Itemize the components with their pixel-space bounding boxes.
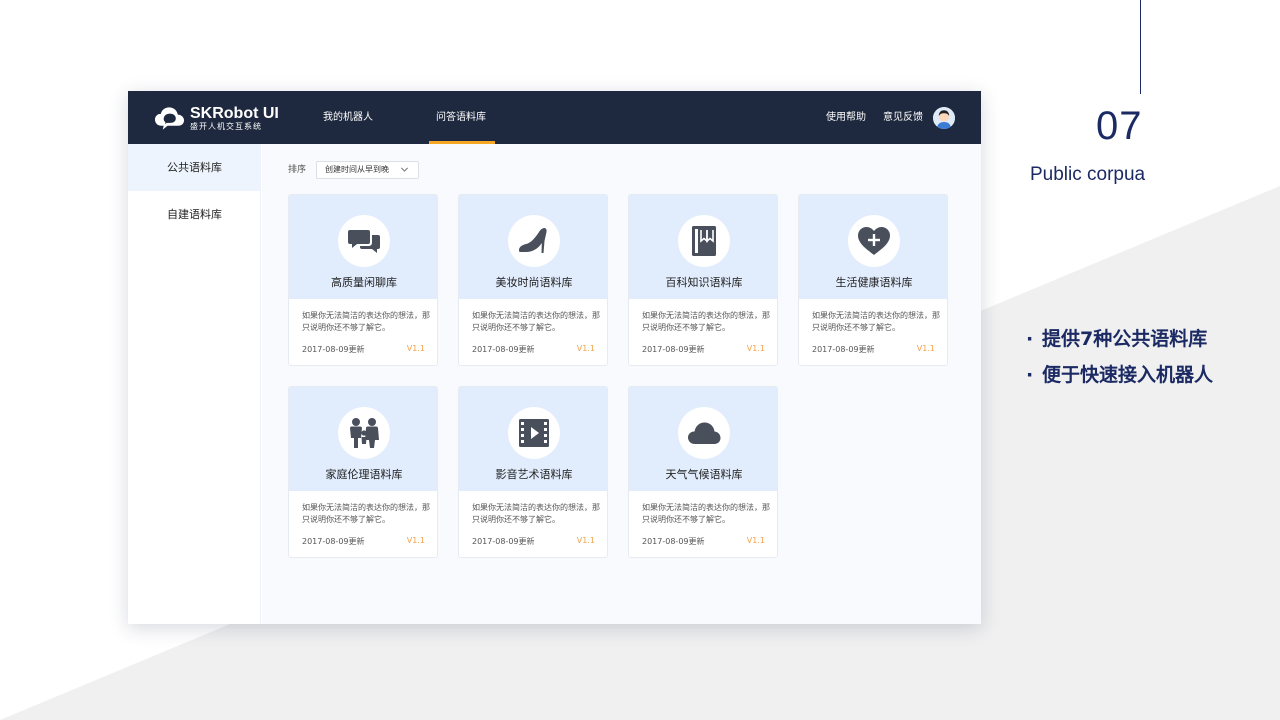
card-version: V1.1 <box>576 536 595 545</box>
card-description: 如果你无法简洁的表达你的想法，那只说明你还不够了解它。 <box>472 503 600 524</box>
card-version: V1.1 <box>746 536 765 545</box>
bullet-text: 便于快速接入机器人 <box>1042 364 1214 386</box>
card-icon-circle <box>338 215 390 267</box>
chevron-down-icon <box>400 167 409 172</box>
card-update-date: 2017-08-09更新 <box>642 345 705 354</box>
sort-dropdown[interactable]: 创建时间从早到晚 <box>316 161 419 179</box>
card-description: 如果你无法简洁的表达你的想法，那只说明你还不够了解它。 <box>642 311 770 332</box>
bullet-text: 提供7种公共语料库 <box>1042 328 1208 350</box>
chat-bubbles-icon <box>348 230 380 253</box>
card-title: 生活健康语料库 <box>835 276 913 289</box>
top-navigation-bar: SKRobot UI 盛开人机交互系统 我的机器人 问答语料库 使用帮助 意见反… <box>128 91 981 144</box>
card-description: 如果你无法简洁的表达你的想法，那只说明你还不够了解它。 <box>302 311 430 332</box>
decorative-vertical-line <box>1140 0 1141 94</box>
card-icon-circle <box>678 215 730 267</box>
sort-dropdown-value: 创建时间从早到晚 <box>325 165 389 174</box>
family-icon <box>350 418 379 448</box>
corpus-card[interactable]: 家庭伦理语料库 如果你无法简洁的表达你的想法，那只说明你还不够了解它。 2017… <box>288 386 438 558</box>
card-description: 如果你无法简洁的表达你的想法，那只说明你还不够了解它。 <box>302 503 430 524</box>
cloud-icon <box>688 422 721 444</box>
main-content: 排序 创建时间从早到晚 高质量闲聊库 如果你无法简洁的表达你的想法，那只说明你还… <box>262 144 981 624</box>
slide-number: 07 <box>1096 104 1143 148</box>
card-version: V1.1 <box>746 344 765 353</box>
card-version: V1.1 <box>406 344 425 353</box>
bullet-item: · 便于快速接入机器人 <box>1026 361 1213 397</box>
card-description: 如果你无法简洁的表达你的想法，那只说明你还不够了解它。 <box>812 311 940 332</box>
app-window: SKRobot UI 盛开人机交互系统 我的机器人 问答语料库 使用帮助 意见反… <box>128 91 981 624</box>
high-heel-icon <box>519 228 547 253</box>
card-update-date: 2017-08-09更新 <box>812 345 875 354</box>
corpus-card[interactable]: 生活健康语料库 如果你无法简洁的表达你的想法，那只说明你还不够了解它。 2017… <box>798 194 948 366</box>
card-icon-circle <box>508 215 560 267</box>
feature-bullet-list: · 提供7种公共语料库 · 便于快速接入机器人 <box>1026 325 1213 397</box>
logo[interactable]: SKRobot UI 盛开人机交互系统 <box>154 104 279 132</box>
bullet-dot: · <box>1026 364 1034 386</box>
card-update-date: 2017-08-09更新 <box>642 537 705 546</box>
nav-qa-corpus[interactable]: 问答语料库 <box>436 91 486 144</box>
card-icon-circle <box>848 215 900 267</box>
card-update-date: 2017-08-09更新 <box>472 345 535 354</box>
card-title: 美妆时尚语料库 <box>495 276 573 289</box>
nav-my-robots[interactable]: 我的机器人 <box>323 91 373 144</box>
card-icon-circle <box>508 407 560 459</box>
corpus-card[interactable]: 影音艺术语料库 如果你无法简洁的表达你的想法，那只说明你还不够了解它。 2017… <box>458 386 608 558</box>
logo-tagline: 盛开人机交互系统 <box>190 121 262 131</box>
heart-plus-icon <box>858 227 890 255</box>
card-title: 家庭伦理语料库 <box>325 468 403 481</box>
card-icon-circle <box>678 407 730 459</box>
book-icon <box>692 226 716 256</box>
slide-subtitle: Public corpua <box>1030 164 1146 185</box>
card-update-date: 2017-08-09更新 <box>472 537 535 546</box>
sidebar: 公共语料库 自建语料库 <box>128 144 261 624</box>
card-update-date: 2017-08-09更新 <box>302 345 365 354</box>
logo-name: SKRobot UI <box>190 104 279 122</box>
card-icon-circle <box>338 407 390 459</box>
sidebar-item-custom-corpus[interactable]: 自建语料库 <box>128 191 261 238</box>
card-description: 如果你无法简洁的表达你的想法，那只说明你还不够了解它。 <box>642 503 770 524</box>
corpus-card[interactable]: 百科知识语料库 如果你无法简洁的表达你的想法，那只说明你还不够了解它。 2017… <box>628 194 778 366</box>
cloud-chat-logo-icon <box>154 107 185 130</box>
corpus-card[interactable]: 天气气候语料库 如果你无法简洁的表达你的想法，那只说明你还不够了解它。 2017… <box>628 386 778 558</box>
sidebar-item-public-corpus[interactable]: 公共语料库 <box>128 144 261 191</box>
card-update-date: 2017-08-09更新 <box>302 537 365 546</box>
bullet-item: · 提供7种公共语料库 <box>1026 325 1213 361</box>
corpus-card[interactable]: 美妆时尚语料库 如果你无法简洁的表达你的想法，那只说明你还不够了解它。 2017… <box>458 194 608 366</box>
corpus-card[interactable]: 高质量闲聊库 如果你无法简洁的表达你的想法，那只说明你还不够了解它。 2017-… <box>288 194 438 366</box>
card-title: 天气气候语料库 <box>665 468 743 481</box>
bullet-dot: · <box>1026 328 1034 350</box>
card-version: V1.1 <box>576 344 595 353</box>
card-title: 百科知识语料库 <box>665 276 743 289</box>
card-description: 如果你无法简洁的表达你的想法，那只说明你还不够了解它。 <box>472 311 600 332</box>
card-title: 高质量闲聊库 <box>331 276 397 289</box>
film-play-icon <box>519 419 549 447</box>
nav-help[interactable]: 使用帮助 <box>826 91 866 144</box>
card-version: V1.1 <box>916 344 935 353</box>
nav-feedback[interactable]: 意见反馈 <box>883 91 923 144</box>
sort-label: 排序 <box>288 165 307 175</box>
card-version: V1.1 <box>406 536 425 545</box>
user-avatar-icon[interactable] <box>933 107 955 129</box>
card-title: 影音艺术语料库 <box>495 468 573 481</box>
